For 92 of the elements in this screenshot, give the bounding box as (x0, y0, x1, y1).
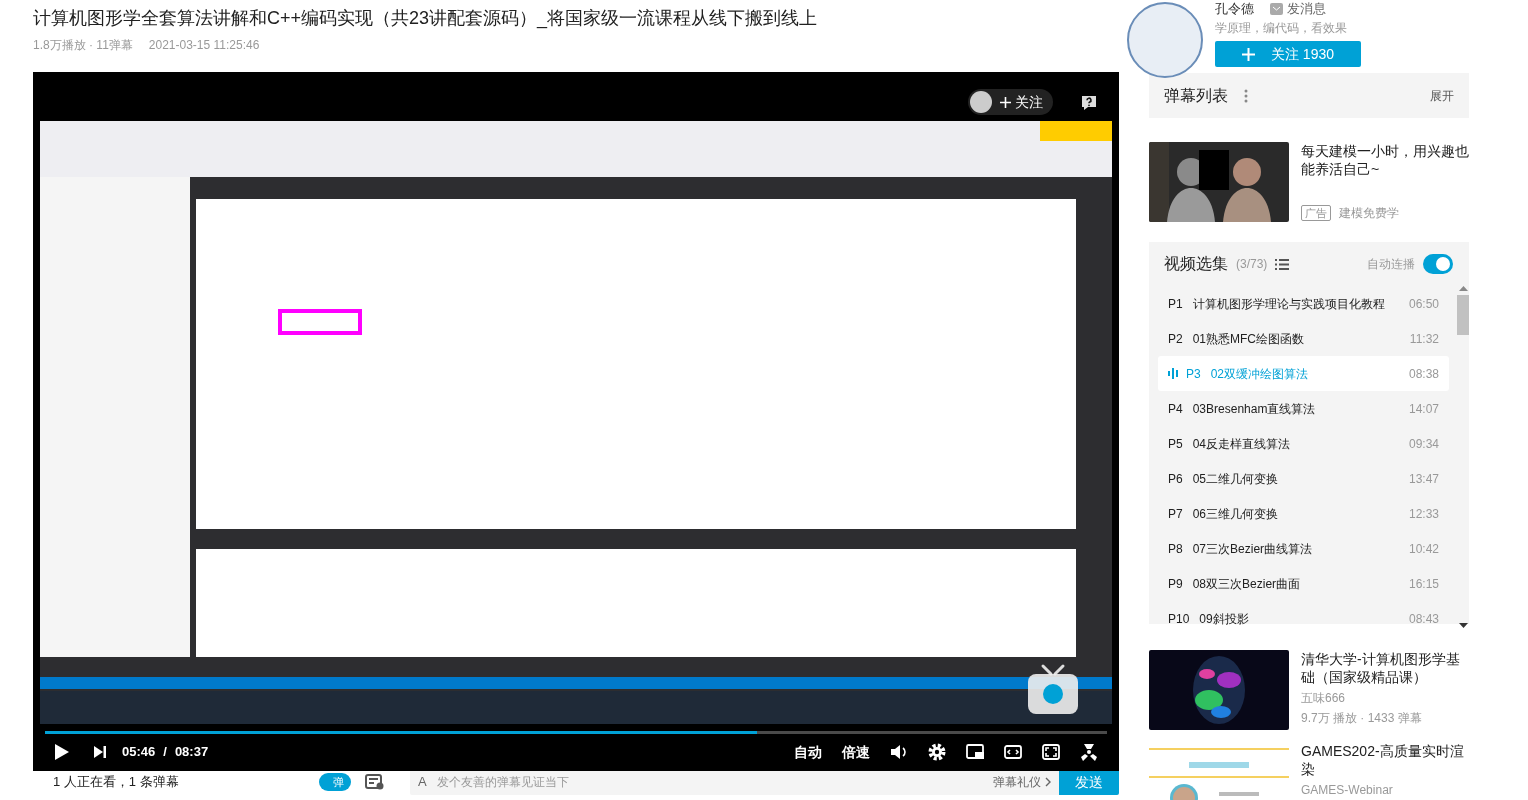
settings-icon[interactable] (928, 743, 946, 761)
autoplay-label: 自动连播 (1367, 256, 1415, 273)
episode-item[interactable]: P9 08双三次Bezier曲面 16:15 (1158, 566, 1449, 601)
episode-duration: 16:15 (1408, 575, 1439, 593)
scrollbar-thumb[interactable] (1457, 295, 1469, 335)
plus-icon (1241, 47, 1255, 61)
message-icon (1270, 3, 1283, 15)
episode-item[interactable]: P5 04反走样直线算法 09:34 (1158, 426, 1449, 461)
publish-date: 2021-03-15 11:25:46 (148, 37, 260, 53)
episode-title: 01熟悉MFC绘图函数 (1192, 330, 1305, 348)
scroll-up-icon[interactable] (1458, 286, 1468, 291)
etiquette-label: 弹幕礼仪 (993, 774, 1041, 791)
episode-title: 07三次Bezier曲线算法 (1192, 540, 1313, 558)
expand-link[interactable]: 展开 (1430, 86, 1454, 105)
episode-part: P6 (1168, 470, 1183, 488)
danmaku-settings-icon[interactable] (364, 773, 385, 791)
episode-part: P5 (1168, 435, 1183, 453)
total-time: 08:37 (174, 743, 209, 762)
episode-title: 08双三次Bezier曲面 (1192, 575, 1301, 593)
episode-part: P7 (1168, 505, 1183, 523)
episode-duration: 08:38 (1408, 365, 1439, 383)
ad-source: 建模免费学 (1339, 205, 1399, 222)
episode-part: P1 (1168, 295, 1183, 313)
episode-item[interactable]: P4 03Bresenham直线算法 14:07 (1158, 391, 1449, 426)
current-time: 05:46 (122, 743, 156, 762)
episode-duration: 12:33 (1408, 505, 1439, 523)
progress-bar[interactable] (45, 731, 1107, 734)
list-icon[interactable] (1275, 258, 1290, 270)
episode-item[interactable]: P1 计算机图形学理论与实践项目化教程 06:50 (1158, 286, 1449, 321)
chevron-icon (1045, 777, 1051, 787)
episode-title: 02双缓冲绘图算法 (1210, 365, 1309, 383)
episode-part: P8 (1168, 540, 1183, 558)
episode-duration: 06:50 (1408, 295, 1439, 313)
video-title[interactable]: 清华大学-计算机图形学基础（国家级精品课） (1301, 650, 1469, 686)
episode-duration: 11:32 (1409, 330, 1439, 348)
episodes-title: 视频选集 (1164, 254, 1228, 274)
widescreen-icon[interactable] (1004, 743, 1022, 761)
danmaku-list-header[interactable]: 弹幕列表 展开 (1149, 73, 1469, 118)
plus-icon (1000, 96, 1011, 108)
next-icon[interactable] (94, 746, 106, 758)
more-icon[interactable] (1244, 88, 1248, 103)
quality-button[interactable]: 自动 (794, 741, 822, 763)
episode-item[interactable]: P10 09斜投影 08:43 (1158, 601, 1449, 636)
volume-icon[interactable] (890, 743, 908, 761)
fullscreen-icon[interactable] (1042, 743, 1060, 761)
time-separator: / (163, 743, 167, 762)
episode-part: P2 (1168, 330, 1183, 348)
playing-icon (1168, 368, 1178, 379)
font-label: A (418, 773, 427, 792)
picture-in-picture-icon[interactable] (966, 743, 984, 761)
episode-part: P3 (1186, 365, 1201, 383)
message-link[interactable]: 发消息 (1270, 2, 1326, 16)
episode-title: 03Bresenham直线算法 (1192, 400, 1316, 418)
viewer-count: 1 人正在看，1 条弹幕 (53, 773, 179, 792)
episode-part: P9 (1168, 575, 1183, 593)
episode-title: 06三维几何变换 (1192, 505, 1279, 523)
uploader-bio: 学原理，编代码，看效果 (1215, 20, 1348, 37)
episode-item[interactable]: P6 05二维几何变换 13:47 (1158, 461, 1449, 496)
message-label: 发消息 (1287, 2, 1326, 16)
episode-title: 04反走样直线算法 (1192, 435, 1291, 453)
episode-duration: 14:07 (1408, 400, 1439, 418)
speed-button[interactable]: 倍速 (842, 741, 870, 763)
episode-item[interactable]: P7 06三维几何变换 12:33 (1158, 496, 1449, 531)
view-stats: 1.8万播放 · 11弹幕 (33, 37, 133, 53)
view-stats: 9.7万 播放 · 1433 弹幕 (1301, 710, 1423, 726)
episode-item[interactable]: P2 01熟悉MFC绘图函数 11:32 (1158, 321, 1449, 356)
episode-duration: 10:42 (1408, 540, 1439, 558)
episode-duration: 09:34 (1408, 435, 1439, 453)
autoplay-switch[interactable] (1423, 254, 1453, 274)
episode-duration: 08:43 (1408, 610, 1439, 628)
episode-part: P10 (1168, 610, 1190, 628)
video-title: 计算机图形学全套算法讲解和C++编码实现（共23讲配套源码）_将国家级一流课程从线下搬到线上 (33, 7, 819, 29)
uploader-name[interactable]: 孔令德 (1215, 2, 1254, 16)
help-icon[interactable] (1081, 95, 1097, 111)
episode-duration: 13:47 (1408, 470, 1439, 488)
episode-title: 计算机图形学理论与实践项目化教程 (1192, 295, 1385, 313)
ad-title[interactable]: 每天建模一小时，用兴趣也能养活自己~ (1301, 142, 1469, 178)
episode-title: 09斜投影 (1199, 610, 1249, 628)
danmaku-list-title: 弹幕列表 (1164, 85, 1228, 106)
tv-icon[interactable] (1026, 662, 1080, 716)
fan-icon[interactable] (1080, 743, 1098, 761)
episode-item[interactable]: P8 07三次Bezier曲线算法 10:42 (1158, 531, 1449, 566)
play-icon[interactable] (54, 743, 70, 761)
video-title[interactable]: GAMES202-高质量实时渲染 (1301, 742, 1469, 778)
etiquette-link[interactable]: 弹幕礼仪 (993, 773, 1051, 791)
uploader-avatar (970, 91, 992, 113)
episode-count: (3/73) (1236, 256, 1268, 273)
ad-tag: 广告 (1301, 205, 1331, 221)
follow-button[interactable]: 关注 (968, 89, 1053, 115)
episode-part: P4 (1168, 400, 1183, 418)
danmaku-input[interactable]: A 发个友善的弹幕见证当下 弹幕礼仪 发送 (410, 769, 1119, 795)
episode-title: 05二维几何变换 (1192, 470, 1279, 488)
